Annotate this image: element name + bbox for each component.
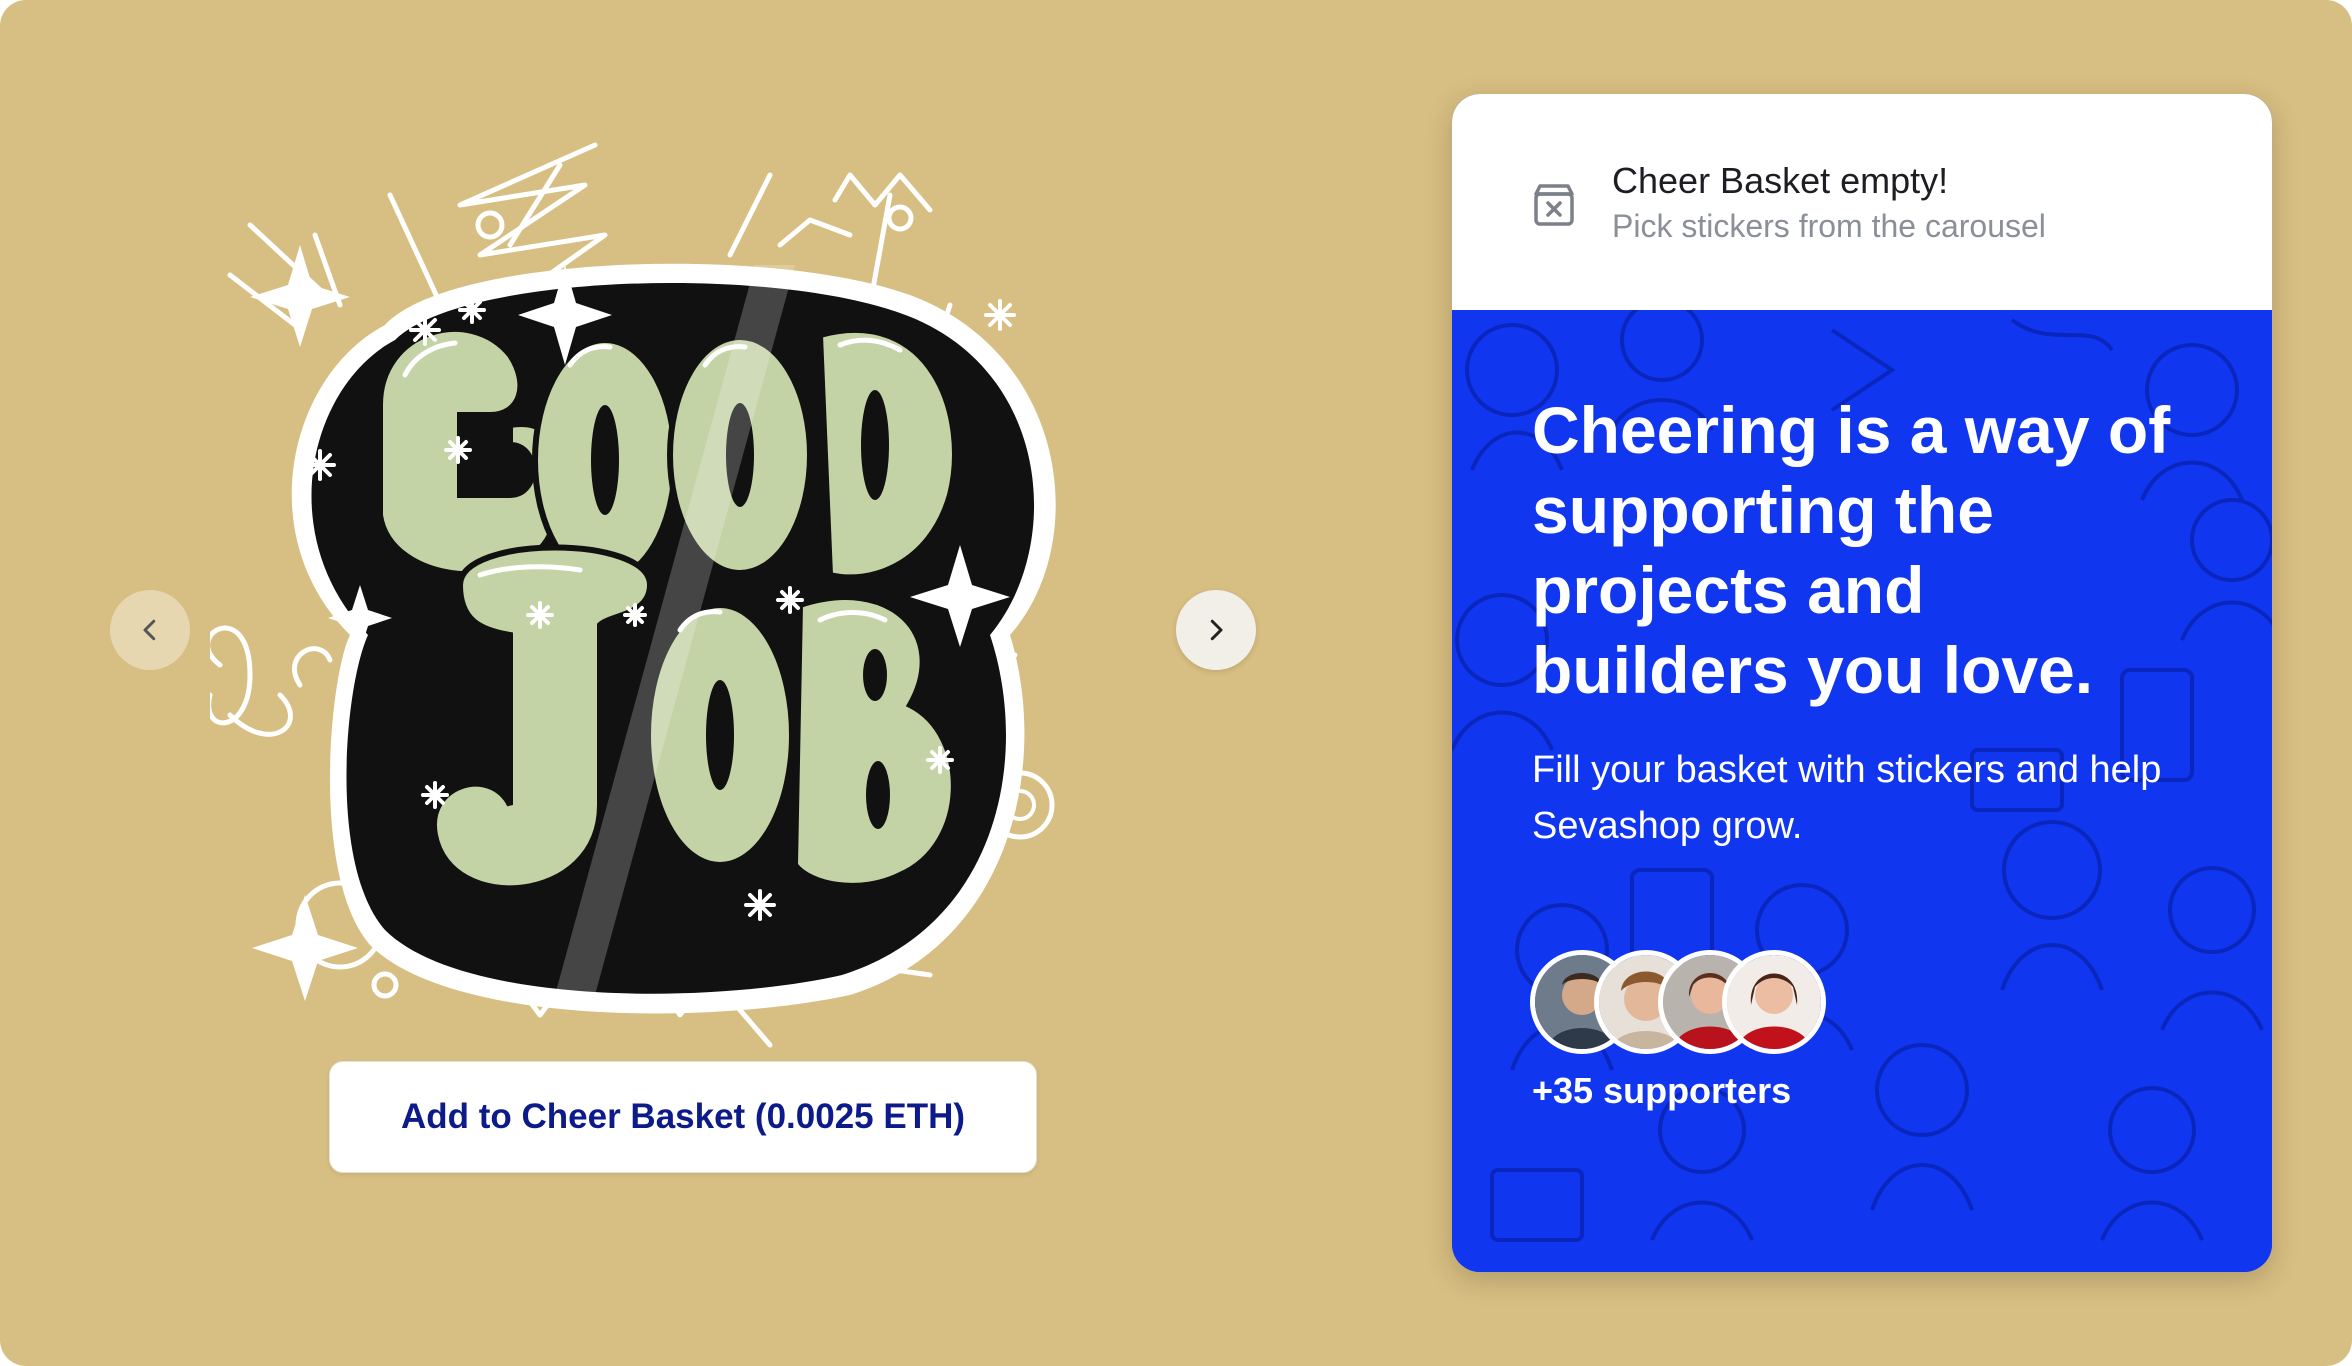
promo-body: Fill your basket with stickers and help … — [1532, 749, 2162, 847]
carousel-next-button[interactable] — [1176, 590, 1256, 670]
chevron-left-icon — [143, 619, 156, 641]
supporter-avatar-4 — [1722, 950, 1826, 1054]
cheering-promo: Cheering is a way of supporting the proj… — [1452, 310, 2272, 1272]
carousel-prev-button[interactable] — [110, 590, 190, 670]
cheer-basket-status: Cheer Basket empty! Pick stickers from t… — [1452, 94, 2272, 310]
stage: Add to Cheer Basket (0.0025 ETH) Cheer B… — [0, 0, 2352, 1366]
chevron-right-icon — [1210, 619, 1223, 641]
add-to-cheer-basket-button[interactable]: Add to Cheer Basket (0.0025 ETH) — [329, 1061, 1037, 1173]
basket-status-subtitle: Pick stickers from the carousel — [1612, 208, 2046, 244]
good-job-sticker-illustration — [210, 142, 1056, 1048]
cheer-basket-card: Cheer Basket empty! Pick stickers from t… — [1452, 94, 2272, 1272]
supporter-avatars — [1530, 950, 1850, 1054]
basket-empty-icon — [1534, 184, 1574, 226]
basket-status-title: Cheer Basket empty! — [1612, 160, 1949, 201]
supporters-count: +35 supporters — [1532, 1070, 1792, 1111]
promo-headline: Cheering is a way of supporting the proj… — [1532, 393, 2171, 707]
good-job-sticker — [210, 115, 1170, 1075]
